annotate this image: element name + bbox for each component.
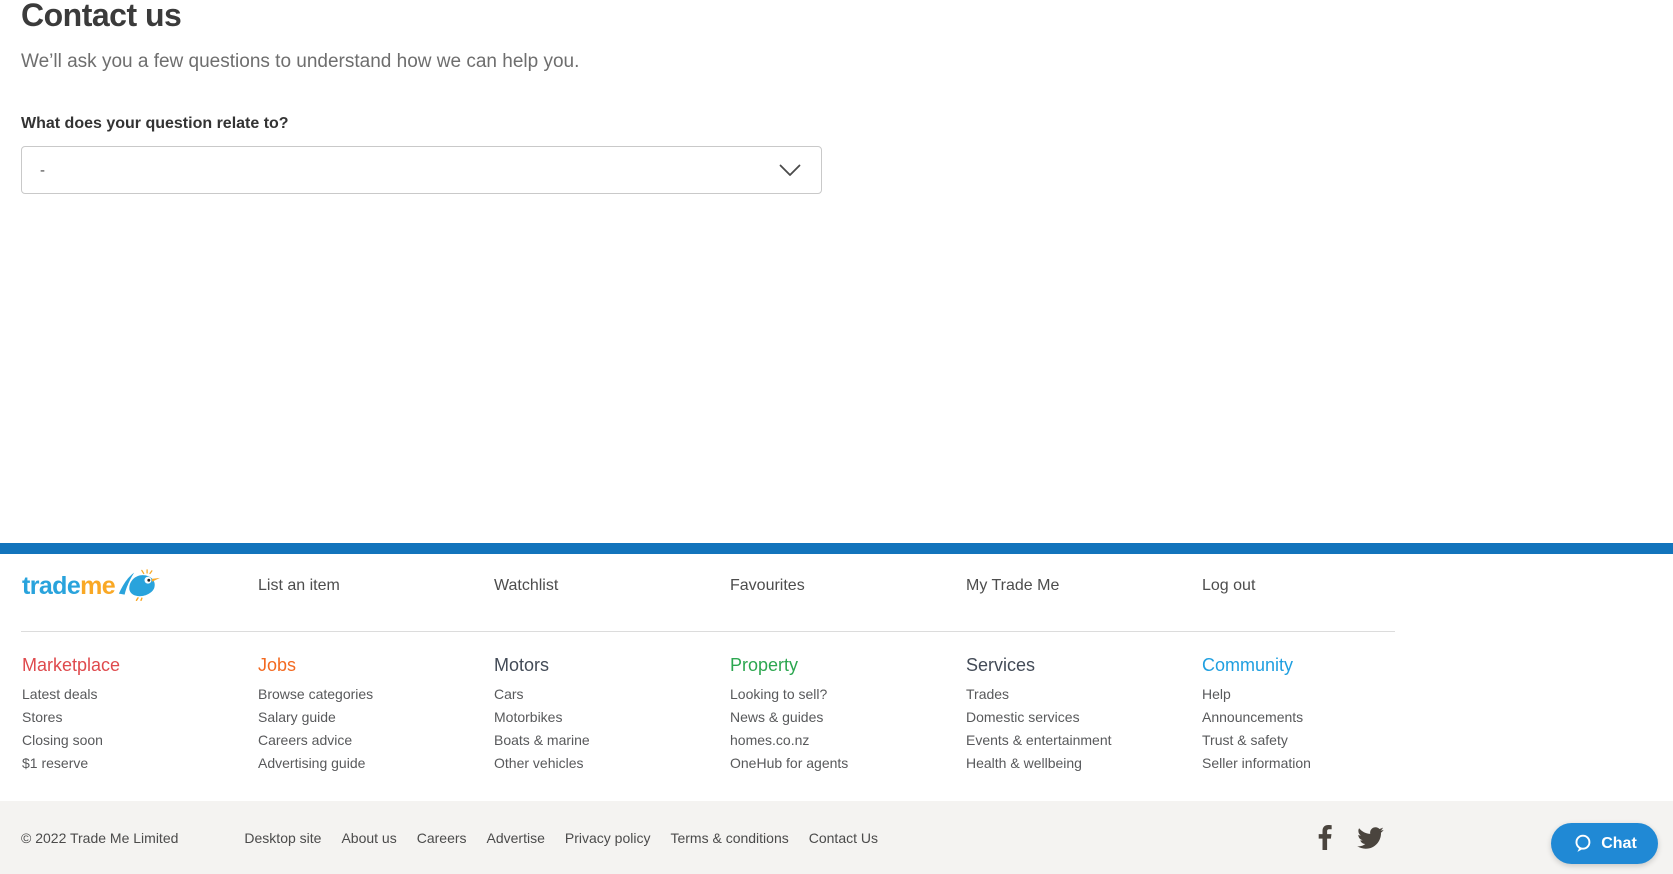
- footer-top-nav: trade me List an item Watchlist Favourite…: [22, 568, 1438, 604]
- bottom-link-contact-us[interactable]: Contact Us: [809, 830, 878, 846]
- footer-link-stores[interactable]: Stores: [22, 710, 258, 724]
- footer-columns: Marketplace Latest deals Stores Closing …: [22, 655, 1438, 779]
- bottom-link-careers[interactable]: Careers: [417, 830, 467, 846]
- footer-column-property: Property Looking to sell? News & guides …: [730, 655, 966, 779]
- bottom-links: Desktop site About us Careers Advertise …: [244, 830, 878, 846]
- footer-link-trust-safety[interactable]: Trust & safety: [1202, 733, 1438, 747]
- footer-link-motorbikes[interactable]: Motorbikes: [494, 710, 730, 724]
- footer-column-jobs: Jobs Browse categories Salary guide Care…: [258, 655, 494, 779]
- main-content: Contact us We’ll ask you a few questions…: [0, 0, 1673, 543]
- twitter-icon[interactable]: [1357, 826, 1384, 849]
- footer-column-marketplace: Marketplace Latest deals Stores Closing …: [22, 655, 258, 779]
- footer-column-heading-jobs[interactable]: Jobs: [258, 655, 296, 676]
- footer-link-domestic-services[interactable]: Domestic services: [966, 710, 1202, 724]
- footer-link-seller-information[interactable]: Seller information: [1202, 756, 1438, 770]
- footer-link-news-guides[interactable]: News & guides: [730, 710, 966, 724]
- footer-accent-bar: [0, 543, 1673, 554]
- trademe-logo[interactable]: trade me: [22, 569, 258, 601]
- footer-link-other-vehicles[interactable]: Other vehicles: [494, 756, 730, 770]
- footer-link-1-dollar-reserve[interactable]: $1 reserve: [22, 756, 258, 770]
- footer-link-health-wellbeing[interactable]: Health & wellbeing: [966, 756, 1202, 770]
- footer-nav-watchlist[interactable]: Watchlist: [494, 577, 730, 595]
- chat-button-label: Chat: [1601, 834, 1637, 852]
- logo-text-me: me: [80, 572, 116, 600]
- question-label: What does your question relate to?: [21, 115, 289, 132]
- footer-bottom-bar: © 2022 Trade Me Limited Desktop site Abo…: [0, 801, 1673, 874]
- chat-button[interactable]: Chat: [1551, 823, 1658, 864]
- footer-link-onehub-for-agents[interactable]: OneHub for agents: [730, 756, 966, 770]
- footer-nav-log-out[interactable]: Log out: [1202, 577, 1438, 595]
- chevron-down-icon: [779, 164, 801, 177]
- copyright: © 2022 Trade Me Limited: [21, 829, 179, 846]
- footer-link-looking-to-sell[interactable]: Looking to sell?: [730, 687, 966, 701]
- select-value: -: [40, 161, 45, 179]
- footer-link-trades[interactable]: Trades: [966, 687, 1202, 701]
- bottom-link-advertise[interactable]: Advertise: [487, 830, 545, 846]
- footer-column-motors: Motors Cars Motorbikes Boats & marine Ot…: [494, 655, 730, 779]
- footer-link-browse-categories[interactable]: Browse categories: [258, 687, 494, 701]
- bottom-link-privacy-policy[interactable]: Privacy policy: [565, 830, 651, 846]
- footer-link-closing-soon[interactable]: Closing soon: [22, 733, 258, 747]
- page-title: Contact us: [21, 0, 182, 33]
- footer-link-help[interactable]: Help: [1202, 687, 1438, 701]
- question-select[interactable]: -: [21, 146, 822, 194]
- bottom-link-desktop-site[interactable]: Desktop site: [244, 830, 321, 846]
- footer-link-careers-advice[interactable]: Careers advice: [258, 733, 494, 747]
- footer-link-events-entertainment[interactable]: Events & entertainment: [966, 733, 1202, 747]
- footer-link-latest-deals[interactable]: Latest deals: [22, 687, 258, 701]
- footer-nav-my-trade-me[interactable]: My Trade Me: [966, 577, 1202, 595]
- footer-link-homes-co-nz[interactable]: homes.co.nz: [730, 733, 966, 747]
- bottom-link-about-us[interactable]: About us: [341, 830, 396, 846]
- footer-column-heading-property[interactable]: Property: [730, 655, 798, 676]
- page-subtitle: We’ll ask you a few questions to underst…: [21, 51, 580, 72]
- bottom-link-terms-conditions[interactable]: Terms & conditions: [670, 830, 788, 846]
- footer-link-advertising-guide[interactable]: Advertising guide: [258, 756, 494, 770]
- footer-column-services: Services Trades Domestic services Events…: [966, 655, 1202, 779]
- footer-divider: [21, 631, 1395, 632]
- footer-link-boats-marine[interactable]: Boats & marine: [494, 733, 730, 747]
- footer-nav-favourites[interactable]: Favourites: [730, 577, 966, 595]
- footer-column-heading-motors[interactable]: Motors: [494, 655, 549, 676]
- logo-text-trade: trade: [22, 572, 81, 600]
- facebook-icon[interactable]: [1318, 825, 1332, 850]
- chat-bubble-icon: [1572, 833, 1593, 854]
- footer-link-salary-guide[interactable]: Salary guide: [258, 710, 494, 724]
- footer-column-heading-marketplace[interactable]: Marketplace: [22, 655, 120, 676]
- footer-column-heading-services[interactable]: Services: [966, 655, 1035, 676]
- footer-link-cars[interactable]: Cars: [494, 687, 730, 701]
- footer: trade me List an item Watchlist Favourite…: [0, 554, 1673, 801]
- footer-nav-list-an-item[interactable]: List an item: [258, 577, 494, 595]
- footer-column-heading-community[interactable]: Community: [1202, 655, 1293, 676]
- footer-link-announcements[interactable]: Announcements: [1202, 710, 1438, 724]
- kiwi-icon: [115, 569, 161, 601]
- footer-column-community: Community Help Announcements Trust & saf…: [1202, 655, 1438, 779]
- social-links: [1318, 825, 1384, 850]
